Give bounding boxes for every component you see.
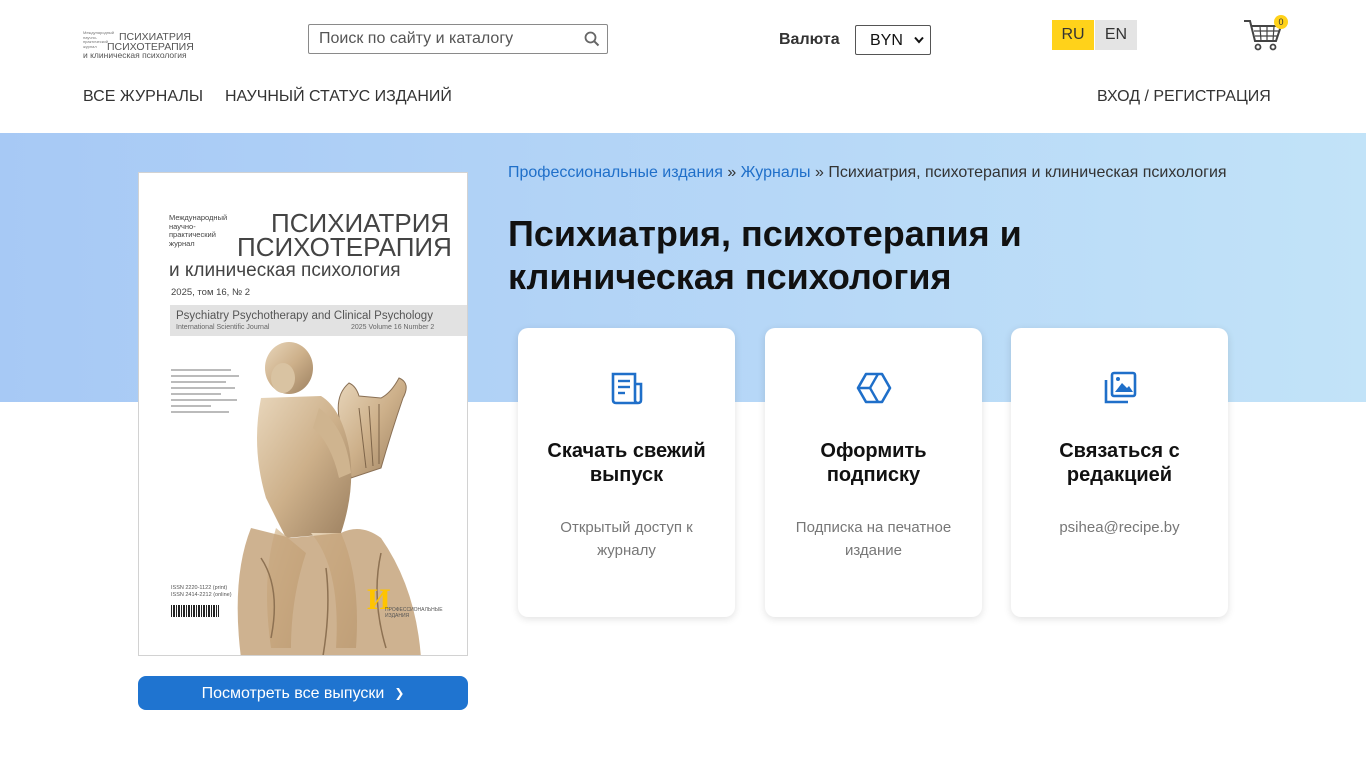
logo-line-3: и клиническая психология (83, 50, 187, 60)
breadcrumb-separator: » (722, 164, 741, 181)
page-title: Психиатрия, психотерапия и клиническая п… (508, 213, 1022, 297)
login-register-link[interactable]: ВХОД / РЕГИСТРАЦИЯ (1097, 88, 1271, 106)
breadcrumb-link-journals[interactable]: Журналы (741, 164, 811, 181)
cover-tagline: Международный научно-практический журнал (169, 213, 228, 248)
publisher-logo: И ПРОФЕССИОНАЛЬНЫЕ ИЗДАНИЯ (367, 583, 443, 623)
breadcrumb: Профессиональные издания » Журналы » Пси… (508, 164, 1227, 182)
image-gallery-icon (1104, 371, 1137, 404)
view-all-issues-label: Посмотреть все выпуски (201, 685, 385, 702)
currency-value: BYN (870, 32, 903, 49)
breadcrumb-current: Психиатрия, психотерапия и клиническая п… (828, 164, 1227, 181)
search-icon[interactable] (584, 31, 600, 47)
chevron-down-icon (914, 36, 924, 44)
cover-title-2: ПСИХОТЕРАПИЯ (237, 232, 452, 262)
chevron-right-icon: ❯ (394, 686, 405, 700)
nav-scientific-status[interactable]: НАУЧНЫЙ СТАТУС ИЗДАНИЙ (225, 88, 452, 106)
search-input[interactable] (309, 25, 579, 53)
card-title: Связаться с редакцией (1059, 440, 1180, 486)
site-logo[interactable]: Международный научно-практический журнал… (83, 30, 194, 60)
cover-issn-text: ISSN 2220-1122 (print) ISSN 2414-2212 (o… (171, 585, 232, 598)
cover-english-band: Psychiatry Psychotherapy and Clinical Ps… (170, 305, 467, 336)
cover-english-title: Psychiatry Psychotherapy and Clinical Ps… (176, 310, 433, 322)
card-title: Оформить подписку (820, 440, 927, 486)
cover-title-3: и клиническая психология (169, 260, 401, 281)
lang-ru-button[interactable]: RU (1052, 20, 1094, 50)
card-email[interactable]: psihea@recipe.by (1031, 516, 1208, 539)
cart-button[interactable]: 0 (1242, 15, 1288, 55)
cart-count-badge: 0 (1274, 15, 1288, 29)
journal-cover[interactable]: Международный научно-практический журнал… (138, 172, 468, 656)
card-contact-editors[interactable]: Связаться с редакцией psihea@recipe.by (1011, 328, 1228, 617)
card-download-issue[interactable]: Скачать свежий выпуск Открытый доступ к … (518, 328, 735, 617)
currency-label: Валюта (779, 31, 840, 48)
card-title: Скачать свежий выпуск (547, 440, 706, 486)
currency-select[interactable]: BYN (855, 25, 931, 55)
cover-english-issue: 2025 Volume 16 Number 2 (351, 324, 435, 331)
nav-all-journals[interactable]: ВСЕ ЖУРНАЛЫ (83, 88, 203, 106)
newspaper-icon (611, 372, 643, 405)
box-icon (856, 372, 892, 404)
breadcrumb-separator: » (810, 164, 829, 181)
publisher-name: ПРОФЕССИОНАЛЬНЫЕ ИЗДАНИЯ (385, 607, 443, 619)
breadcrumb-link-publications[interactable]: Профессиональные издания (508, 164, 723, 181)
cover-english-subtitle: International Scientific Journal (176, 324, 270, 331)
view-all-issues-button[interactable]: Посмотреть все выпуски ❯ (138, 676, 468, 710)
lang-en-button[interactable]: EN (1095, 20, 1137, 50)
cover-issue: 2025, том 16, № 2 (171, 287, 251, 298)
card-subtitle: Открытый доступ к журналу (560, 519, 693, 559)
card-subscribe[interactable]: Оформить подписку Подписка на печатное и… (765, 328, 982, 617)
card-subtitle: Подписка на печатное издание (795, 519, 952, 559)
search-box (308, 24, 608, 54)
cover-barcode (171, 605, 219, 617)
logo-tagline: Международный научно-практический журнал (83, 30, 115, 49)
cover-issn: ISSN 2220-1122 (print) ISSN 2414-2212 (o… (171, 585, 232, 599)
